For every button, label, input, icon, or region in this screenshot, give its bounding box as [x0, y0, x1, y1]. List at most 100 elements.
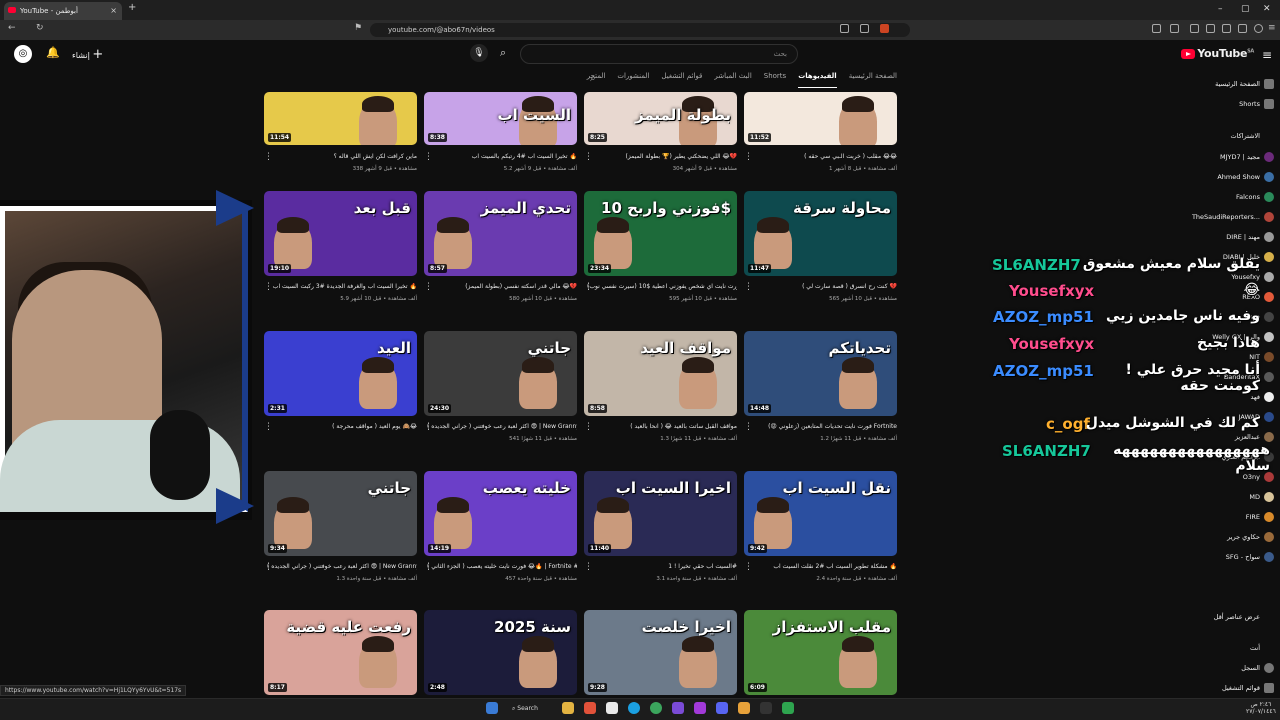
extension-icon[interactable]	[1190, 24, 1199, 33]
app-icon[interactable]	[694, 702, 706, 714]
sidebar-subscription-item[interactable]: Ahmed Show	[1217, 173, 1260, 181]
search-icon[interactable]: ⌕	[500, 46, 506, 60]
extension-icon[interactable]	[1170, 24, 1179, 33]
video-title[interactable]: ماين كرافت لكن ايش اللي قاله ؟	[267, 153, 417, 160]
browser-tab[interactable]: YouTube - أبوطمن ×	[4, 2, 122, 20]
video-title[interactable]: (بطولة الميمز) مالي قدر اسكته نفسي 😂💔	[427, 283, 577, 290]
video-title[interactable]: فورت نايت اي شخص يفوزني اعطية $10 (سيرت …	[587, 283, 737, 290]
brave-browser-icon[interactable]	[584, 702, 596, 714]
sidebar-item-playlists[interactable]: قوائم التشغيل	[1222, 684, 1260, 692]
channel-tab[interactable]: الصفحة الرئيسية	[849, 72, 897, 88]
video-title[interactable]: مواقف القبل ساتت بالعيد 😂 ( انحا بالعيد …	[587, 423, 737, 430]
create-button[interactable]: إنشاء +	[72, 47, 103, 62]
menu-icon[interactable]: ≡	[1268, 23, 1276, 33]
video-thumbnail[interactable]: مواقف العيد 8:58	[584, 331, 737, 416]
more-options-icon[interactable]: ⋮	[744, 282, 753, 292]
video-thumbnail[interactable]: السيت اب 8:38	[424, 92, 577, 145]
sidebar-subscription-item[interactable]: Falcons	[1236, 193, 1260, 201]
channel-tab[interactable]: المنشورات	[617, 72, 649, 88]
more-options-icon[interactable]: ⋮	[424, 282, 433, 292]
video-thumbnail[interactable]: 2025 سنة 2:48	[424, 610, 577, 695]
more-options-icon[interactable]: ⋮	[264, 562, 273, 572]
more-options-icon[interactable]: ⋮	[584, 152, 593, 162]
more-options-icon[interactable]: ⋮	[424, 152, 433, 162]
video-thumbnail[interactable]: نقل السيت اب 9:42	[744, 471, 897, 556]
mic-icon[interactable]: 🎙	[470, 44, 488, 62]
video-thumbnail[interactable]: تحدي الميمز 8:57	[424, 191, 577, 276]
more-options-icon[interactable]: ⋮	[584, 282, 593, 292]
video-thumbnail[interactable]: 11:52	[744, 92, 897, 145]
taskbar-clock[interactable]: ٢:٤٦ ص ٢٧/٠٧/١٤٤٦	[1246, 701, 1276, 715]
channel-tab[interactable]: البث المباشر	[714, 72, 751, 88]
more-options-icon[interactable]: ⋮	[424, 422, 433, 432]
video-thumbnail[interactable]: بطولة الميمز 8:25	[584, 92, 737, 145]
video-thumbnail[interactable]: 11:54	[264, 92, 417, 145]
video-title[interactable]: تخيرا السيت اب #4 رتبكم بالسيت اب 🔥	[427, 153, 577, 160]
sidebar-subscription-item[interactable]: MJYD7 | مجيد	[1220, 153, 1260, 161]
video-title[interactable]: مقلب ( خربت الـبي سي حقه ) 😂😂	[747, 153, 897, 160]
close-tab-icon[interactable]: ×	[110, 2, 117, 20]
taskbar-search[interactable]: ⌕ Search	[512, 702, 552, 715]
video-thumbnail[interactable]: جاتني 9:34	[264, 471, 417, 556]
video-thumbnail[interactable]: قبل بعد 19:10	[264, 191, 417, 276]
windows-start-icon[interactable]	[486, 702, 498, 714]
channel-tab[interactable]: Shorts	[764, 72, 786, 88]
more-options-icon[interactable]: ⋮	[744, 562, 753, 572]
sidebar-item-home[interactable]: الصفحة الرئيسية	[1215, 80, 1260, 88]
video-title[interactable]: (بطولة الميمز 🏆) اللي يضحكني يطير 😂💔	[587, 153, 737, 160]
sidebar-item-history[interactable]: السجل	[1241, 664, 1260, 672]
video-title[interactable]: فورت نايت خليته يعصب ( الجزء الثاني ) 😂🔥…	[427, 563, 577, 570]
video-thumbnail[interactable]: العيد 2:31	[264, 331, 417, 416]
video-title[interactable]: يوم العيد ( مواقف محرجة ) 🙈😂	[267, 423, 417, 430]
video-thumbnail[interactable]: تحدياتكم 14:48	[744, 331, 897, 416]
share-icon[interactable]	[840, 24, 849, 33]
more-options-icon[interactable]: ⋮	[264, 152, 273, 162]
video-thumbnail[interactable]: رفعت عليه قضية 8:17	[264, 610, 417, 695]
channel-search-icon[interactable]: ⌕	[590, 73, 596, 84]
notifications-bell-icon[interactable]: 🔔	[46, 46, 60, 59]
video-thumbnail[interactable]: جاتني 24:30	[424, 331, 577, 416]
open-in-icon[interactable]	[860, 24, 869, 33]
vlc-icon[interactable]	[738, 702, 750, 714]
maximize-icon[interactable]: ▢	[1241, 4, 1250, 14]
video-thumbnail[interactable]: اخيرا السيت اب 11:40	[584, 471, 737, 556]
minimize-icon[interactable]: –	[1218, 4, 1223, 14]
more-options-icon[interactable]: ⋮	[744, 422, 753, 432]
app-icon[interactable]	[672, 702, 684, 714]
more-options-icon[interactable]: ⋮	[424, 562, 433, 572]
youtube-logo[interactable]: YouTubeSA	[1181, 47, 1254, 60]
obs-icon[interactable]	[760, 702, 772, 714]
sidebar-you-header[interactable]: أنت	[1250, 644, 1260, 652]
discord-icon[interactable]	[716, 702, 728, 714]
store-icon[interactable]	[606, 702, 618, 714]
more-options-icon[interactable]: ⋮	[264, 422, 273, 432]
url-field[interactable]: youtube.com/@abo67n/videos	[370, 23, 910, 37]
video-thumbnail[interactable]: خليته يعصب 14:19	[424, 471, 577, 556]
sidebar-show-fewer[interactable]: عرض عناصر أقل	[1214, 613, 1260, 621]
reload-icon[interactable]: ↻	[36, 23, 44, 33]
channel-tab[interactable]: قوائم التشغيل	[661, 72, 702, 88]
sidebar-subscriptions-header[interactable]: الاشتراكات	[1230, 132, 1260, 140]
video-thumbnail[interactable]: مقلب الاستفزاز 6:09	[744, 610, 897, 695]
search-input[interactable]: بحث	[520, 44, 798, 64]
video-title[interactable]: اكثر لعبة رعب خوفتني ( جراني الجديده ) 😨…	[267, 563, 417, 570]
profile-icon[interactable]	[1254, 24, 1263, 33]
bookmark-icon[interactable]: ⚑	[354, 23, 362, 33]
sidebar-subscription-item[interactable]: حكاوي جرير	[1227, 533, 1260, 541]
more-options-icon[interactable]: ⋮	[584, 422, 593, 432]
video-title[interactable]: تخيرا السيت اب والغرفة الجديدة #3 ركبت ا…	[267, 283, 417, 290]
sidebar-subscription-item[interactable]: DIRE | مهند	[1226, 233, 1260, 241]
wallet-icon[interactable]	[1222, 24, 1231, 33]
video-title[interactable]: مشكلة تطوير السيت اب #2 نقلت السيت اب 🔥	[747, 563, 897, 570]
sidebar-subscription-item[interactable]: SFG - سواح	[1226, 553, 1260, 561]
sidebar-subscription-item[interactable]: MD	[1249, 493, 1260, 501]
video-thumbnail[interactable]: اخيرا خلصت 9:28	[584, 610, 737, 695]
video-title[interactable]: السيت اب حقي تخيرا ! 1#	[587, 563, 737, 570]
more-options-icon[interactable]: ⋮	[584, 562, 593, 572]
video-thumbnail[interactable]: فوزني واربح 10$ 23:34	[584, 191, 737, 276]
sidebar-toggle-icon[interactable]	[1206, 24, 1215, 33]
channel-tab[interactable]: الفيديوهات	[798, 72, 837, 88]
more-options-icon[interactable]: ⋮	[744, 152, 753, 162]
video-thumbnail[interactable]: محاولة سرقة 11:47	[744, 191, 897, 276]
hamburger-icon[interactable]: ≡	[1262, 48, 1272, 62]
